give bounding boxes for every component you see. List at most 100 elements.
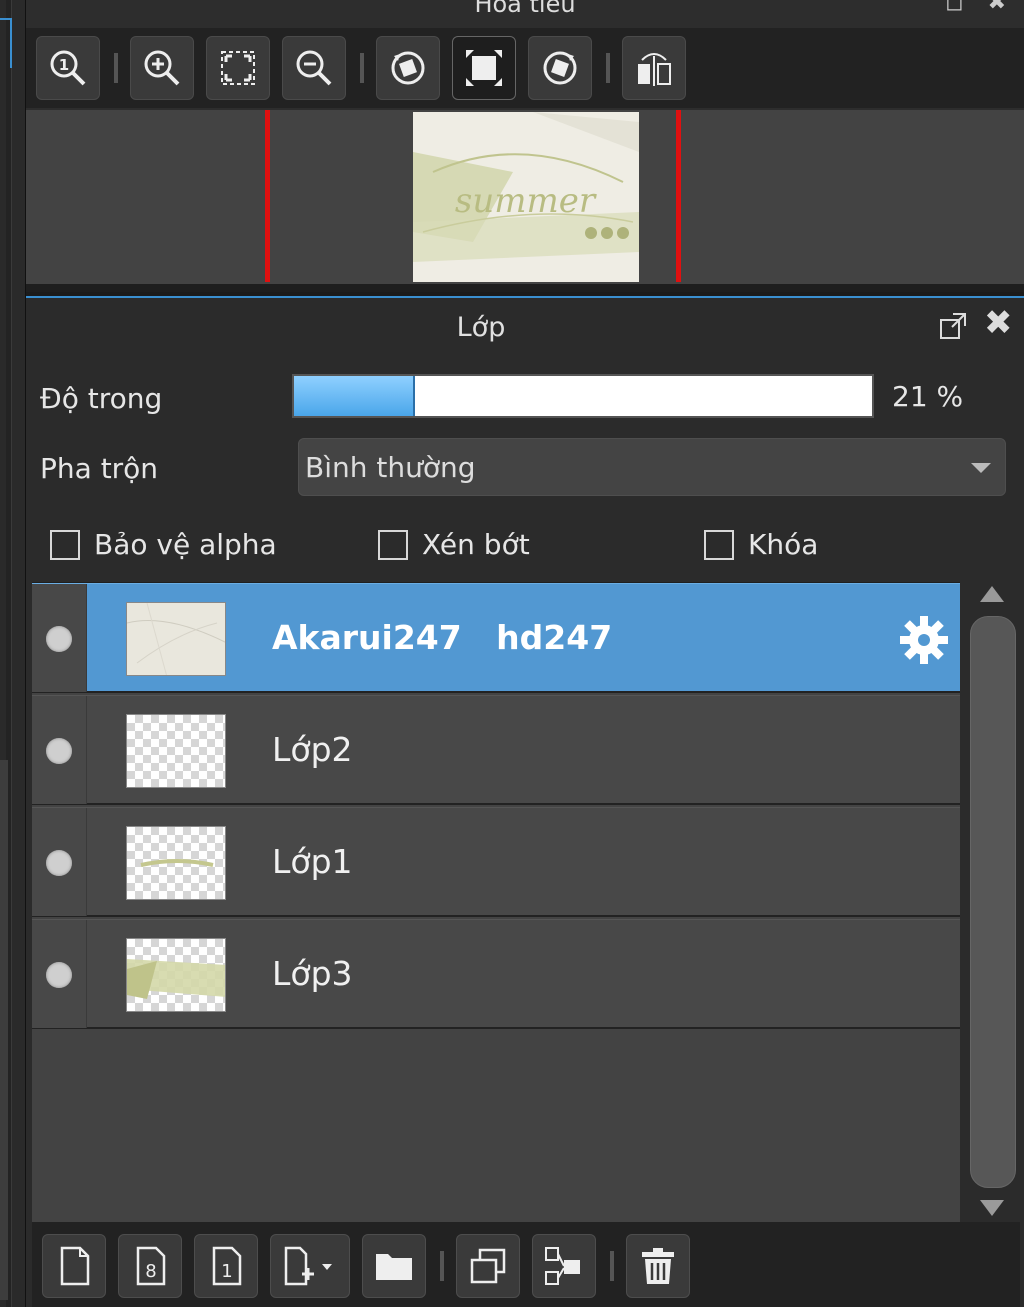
- navigator-resize-handle[interactable]: [26, 284, 1024, 292]
- view-boundary-right: [676, 110, 681, 282]
- close-icon[interactable]: ✖: [988, 0, 1006, 15]
- layer-thumbnail: [126, 602, 226, 676]
- layer-name: Lớp3: [272, 954, 353, 993]
- fit-to-window-icon: [221, 51, 255, 85]
- zoom-actual-size-button[interactable]: 1: [36, 36, 100, 100]
- checkbox-box[interactable]: [378, 529, 408, 560]
- zoom-out-button[interactable]: [282, 36, 346, 100]
- layer-panel-header: Lớp ✖: [26, 298, 1024, 356]
- left-accent-frame: [0, 18, 12, 68]
- blend-mode-select[interactable]: Bình thường: [298, 438, 1006, 496]
- navigator-title: Hoa tiêu: [474, 0, 576, 18]
- toolbar-separator: [360, 53, 364, 83]
- close-panel-icon[interactable]: ✖: [984, 306, 1013, 340]
- toolbar-separator: [114, 53, 118, 83]
- navigator-title-icons: ◻ ✖: [945, 0, 1006, 15]
- layer-name: Lớp2: [272, 730, 353, 769]
- left-edge-strip: [0, 0, 26, 1307]
- visibility-toggle[interactable]: [32, 920, 87, 1028]
- reset-view-button[interactable]: [452, 36, 516, 100]
- layer-list: Akarui247 hd247 Lớp2 Lớp1 Lớp3: [32, 582, 960, 1222]
- lock-label: Khóa: [748, 528, 819, 561]
- lock-checkbox[interactable]: Khóa: [704, 528, 818, 561]
- layer-name: Akarui247 hd247: [272, 618, 613, 657]
- new-folder-icon: [376, 1253, 412, 1280]
- blend-mode-value: Bình thường: [305, 451, 476, 484]
- visibility-dot-icon: [46, 962, 72, 988]
- new-1bit-layer-button[interactable]: 1: [194, 1233, 258, 1298]
- layer-name: Lớp1: [272, 842, 353, 881]
- clipping-checkbox[interactable]: Xén bớt: [378, 528, 530, 561]
- layer-row[interactable]: Lớp1: [32, 807, 960, 917]
- checkbox-box[interactable]: [704, 529, 734, 560]
- delete-layer-icon: [642, 1247, 674, 1284]
- new-8bit-layer-button[interactable]: 8: [118, 1233, 182, 1298]
- opacity-value: 21 %: [892, 380, 964, 413]
- add-layer-menu-button[interactable]: [270, 1233, 350, 1298]
- flip-horizontal-button[interactable]: [622, 36, 686, 100]
- rotate-right-icon: [543, 51, 577, 85]
- visibility-toggle[interactable]: [32, 584, 87, 692]
- navigator-toolbar: 1: [26, 28, 1024, 108]
- navigator-preview-image: summer: [413, 112, 639, 282]
- layer-row[interactable]: Akarui247 hd247: [32, 583, 960, 693]
- scrollbar-thumb[interactable]: [970, 616, 1016, 1188]
- protect-alpha-checkbox[interactable]: Bảo vệ alpha: [50, 528, 277, 561]
- new-layer-button[interactable]: [42, 1233, 106, 1298]
- navigator-panel: Hoa tiêu ◻ ✖ 1 summer: [26, 0, 1024, 292]
- left-scroll-thumb[interactable]: [0, 760, 8, 1300]
- visibility-dot-icon: [46, 738, 72, 764]
- layer-thumbnail: [126, 938, 226, 1012]
- rotate-left-icon: [391, 51, 425, 85]
- merge-down-button[interactable]: [532, 1233, 596, 1298]
- rotate-left-button[interactable]: [376, 36, 440, 100]
- new-folder-button[interactable]: [362, 1233, 426, 1298]
- blend-mode-label: Pha trộn: [40, 452, 159, 485]
- duplicate-layer-button[interactable]: [456, 1233, 520, 1298]
- svg-text:8: 8: [145, 1261, 156, 1282]
- zoom-in-icon: [144, 50, 180, 86]
- layer-panel-body: Độ trong 21 % Pha trộn Bình thường Bảo v…: [26, 356, 1024, 1307]
- svg-text:1: 1: [59, 56, 69, 74]
- layer-thumbnail: [126, 826, 226, 900]
- layer-list-scrollbar[interactable]: [964, 582, 1020, 1222]
- layer-row[interactable]: Lớp2: [32, 695, 960, 805]
- merge-down-icon: [545, 1246, 580, 1285]
- navigator-canvas-view[interactable]: summer: [26, 110, 1024, 284]
- layer-row[interactable]: Lớp3: [32, 919, 960, 1029]
- duplicate-layer-icon: [470, 1248, 506, 1283]
- new-1bit-layer-icon: 1: [212, 1246, 242, 1285]
- visibility-dot-icon: [46, 626, 72, 652]
- gear-icon[interactable]: [898, 614, 950, 666]
- detach-icon[interactable]: ◻: [945, 0, 963, 15]
- scroll-up-arrow-icon[interactable]: [980, 586, 1004, 602]
- visibility-toggle[interactable]: [32, 696, 87, 804]
- layer-panel: Lớp ✖ Độ trong 21 % Pha trộn Bình thường…: [26, 296, 1024, 1307]
- zoom-in-button[interactable]: [130, 36, 194, 100]
- reset-view-icon: [466, 50, 502, 86]
- protect-alpha-label: Bảo vệ alpha: [94, 528, 277, 561]
- detach-panel-icon[interactable]: [939, 312, 967, 340]
- rotate-right-button[interactable]: [528, 36, 592, 100]
- fit-to-window-button[interactable]: [206, 36, 270, 100]
- zoom-actual-size-icon: 1: [50, 50, 86, 86]
- visibility-dot-icon: [46, 850, 72, 876]
- delete-layer-button[interactable]: [626, 1233, 690, 1298]
- preview-artwork: summer: [413, 112, 639, 282]
- zoom-out-icon: [296, 50, 332, 86]
- view-boundary-left: [265, 110, 270, 282]
- visibility-toggle[interactable]: [32, 808, 87, 916]
- checkbox-box[interactable]: [50, 529, 80, 560]
- layer-panel-title: Lớp: [456, 312, 506, 343]
- flip-horizontal-icon: [638, 53, 671, 86]
- opacity-label: Độ trong: [40, 382, 163, 415]
- clipping-label: Xén bớt: [422, 528, 530, 561]
- svg-text:summer: summer: [455, 181, 597, 221]
- layer-thumbnail: [126, 714, 226, 788]
- scroll-down-arrow-icon[interactable]: [980, 1200, 1004, 1216]
- toolbar-separator: [440, 1250, 444, 1281]
- opacity-slider[interactable]: [292, 374, 874, 418]
- toolbar-separator: [610, 1250, 614, 1281]
- new-layer-icon: [60, 1246, 90, 1285]
- layer-toolbar: 8 1: [32, 1222, 1020, 1307]
